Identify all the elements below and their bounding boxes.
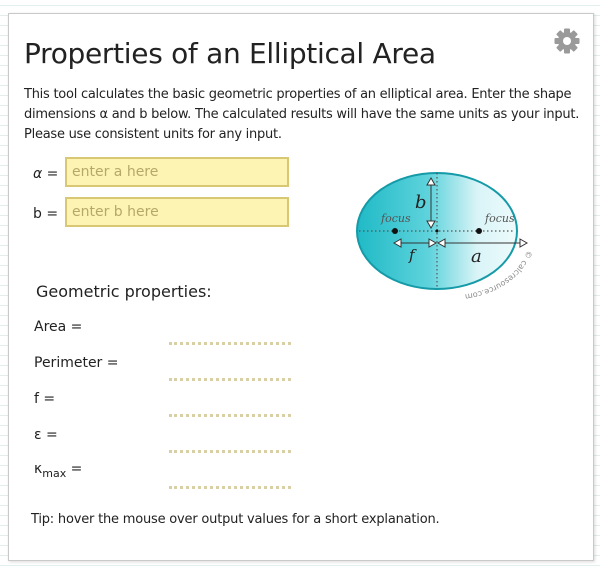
output-kmax-value[interactable] (169, 472, 291, 489)
gear-icon[interactable] (554, 28, 580, 54)
input-b-label: b = (33, 206, 58, 222)
output-kmax-equals: = (66, 461, 83, 477)
input-a-equals: = (42, 166, 59, 182)
input-a-label: α = (33, 166, 58, 182)
output-f-label: f = (34, 391, 56, 407)
output-area-value[interactable] (169, 328, 291, 345)
a-arrow-right (519, 238, 529, 248)
focus-right-point (476, 228, 482, 234)
input-b-symbol: b (33, 206, 42, 222)
output-f-value[interactable] (169, 400, 291, 417)
output-eccentricity-label: ε = (34, 427, 58, 443)
geometric-properties-heading: Geometric properties: (36, 282, 212, 301)
output-kmax-subscript: max (42, 466, 67, 480)
focus-left-label: focus (380, 212, 411, 225)
focus-right-label: focus (484, 212, 515, 225)
input-b-equals: = (41, 206, 59, 222)
calculator-card: Properties of an Elliptical Area This to… (8, 13, 594, 561)
center-point (435, 229, 439, 233)
a-label: a (471, 246, 482, 267)
input-b-field[interactable] (65, 197, 289, 227)
output-eccentricity-value[interactable] (169, 436, 291, 453)
focus-left-point (392, 228, 398, 234)
output-perimeter-value[interactable] (169, 364, 291, 381)
output-kmax-label: κmax = (34, 461, 82, 480)
description-text: This tool calculates the basic geometric… (24, 87, 580, 142)
b-label: b (415, 192, 427, 213)
output-perimeter-label: Perimeter = (34, 355, 119, 371)
output-area-label: Area = (34, 319, 83, 335)
ellipse-diagram: focus focus b f a © calcresource.com (356, 172, 534, 301)
page-title: Properties of an Elliptical Area (24, 37, 436, 70)
tip-text: Tip: hover the mouse over output values … (31, 512, 440, 527)
input-a-field[interactable] (65, 157, 289, 187)
input-a-symbol: α (33, 166, 43, 182)
